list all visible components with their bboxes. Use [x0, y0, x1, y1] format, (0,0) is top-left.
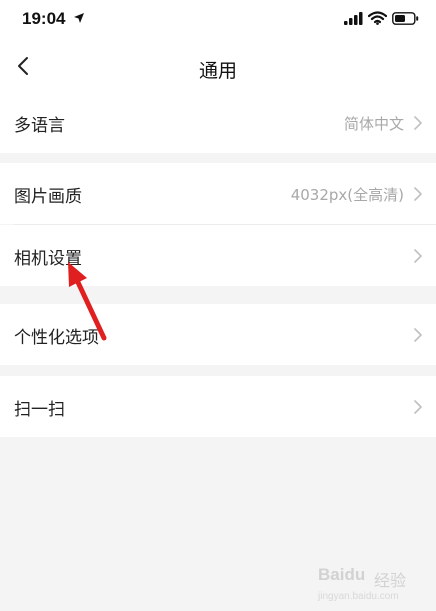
setting-row-language[interactable]: 多语言 简体中文	[0, 92, 436, 153]
location-arrow-icon	[74, 13, 84, 23]
watermark-brand: Baidu	[318, 565, 366, 584]
watermark-url: jingyan.baidu.com	[318, 591, 399, 602]
wifi-icon	[368, 11, 387, 25]
chevron-right-icon	[414, 400, 422, 414]
watermark-text: 经验	[374, 571, 407, 590]
chevron-right-icon	[414, 249, 422, 263]
cellular-signal-icon	[344, 12, 363, 25]
battery-icon	[392, 12, 419, 25]
nav-bar: 通用	[0, 40, 436, 93]
annotation-arrow-icon	[68, 262, 107, 341]
setting-row-image-quality[interactable]: 图片画质 4032px(全高清)	[0, 163, 436, 224]
status-time: 19:04	[22, 9, 66, 28]
chevron-right-icon	[414, 328, 422, 342]
chevron-right-icon	[414, 116, 422, 130]
chevron-right-icon	[414, 187, 422, 201]
setting-row-scan[interactable]: 扫一扫	[0, 376, 436, 437]
setting-label: 多语言	[14, 116, 65, 136]
status-bar: 19:04	[0, 0, 436, 40]
setting-label: 扫一扫	[14, 400, 65, 420]
setting-label: 图片画质	[14, 187, 82, 207]
setting-value: 简体中文	[343, 115, 404, 133]
setting-value: 4032px(全高清)	[290, 186, 404, 204]
page-title: 通用	[198, 60, 237, 82]
baidu-watermark: Baidu 经验 jingyan.baidu.com	[318, 565, 428, 607]
